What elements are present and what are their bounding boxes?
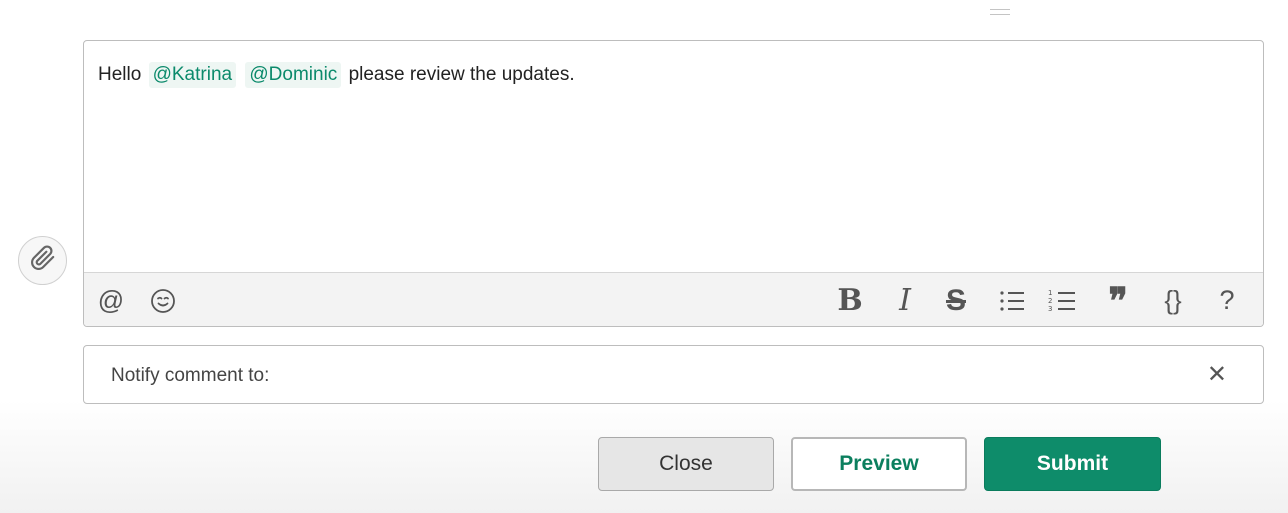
paperclip-icon — [30, 245, 56, 276]
bold-icon[interactable]: B — [833, 273, 867, 326]
strikethrough-glyph: S — [945, 283, 966, 317]
editor-toolbar: @ B I S 1 2 3 ❞ {} ? — [84, 272, 1263, 326]
resize-handle-icon[interactable] — [990, 9, 1010, 15]
close-button[interactable]: Close — [598, 437, 774, 491]
help-icon[interactable]: ? — [1210, 273, 1244, 326]
quote-icon[interactable]: ❞ — [1101, 273, 1135, 326]
help-glyph: ? — [1219, 285, 1235, 315]
notify-label: Notify comment to: — [111, 365, 270, 386]
comment-text-before: Hello — [98, 64, 142, 85]
numbered-list-icon[interactable]: 1 2 3 — [1045, 273, 1079, 326]
at-icon[interactable]: @ — [94, 273, 128, 326]
attach-file-button[interactable] — [18, 236, 67, 285]
mention-tag[interactable]: @Katrina — [148, 62, 237, 88]
italic-icon[interactable]: I — [888, 273, 922, 326]
mention-tag[interactable]: @Dominic — [245, 62, 342, 88]
strikethrough-icon[interactable]: S — [939, 273, 973, 326]
code-icon[interactable]: {} — [1153, 273, 1193, 326]
submit-button[interactable]: Submit — [984, 437, 1161, 491]
svg-text:3: 3 — [1048, 305, 1052, 313]
italic-glyph: I — [899, 283, 911, 318]
at-glyph: @ — [97, 285, 125, 315]
notify-field[interactable]: Notify comment to: ✕ — [83, 345, 1264, 404]
bullet-list-icon[interactable] — [995, 273, 1029, 326]
bold-glyph: B — [837, 283, 863, 318]
comment-text-after: please review the updates. — [348, 64, 575, 85]
svg-text:2: 2 — [1048, 297, 1052, 305]
comment-textarea[interactable]: Hello @Katrina @Dominic please review th… — [84, 41, 1263, 272]
quote-glyph: ❞ — [1108, 279, 1128, 322]
comment-editor[interactable]: Hello @Katrina @Dominic please review th… — [83, 40, 1264, 327]
emoji-icon[interactable] — [146, 273, 180, 326]
notify-input[interactable] — [314, 356, 1194, 394]
preview-button[interactable]: Preview — [791, 437, 967, 491]
code-glyph: {} — [1164, 285, 1182, 315]
clear-icon[interactable]: ✕ — [1207, 346, 1227, 405]
svg-text:1: 1 — [1048, 289, 1052, 297]
